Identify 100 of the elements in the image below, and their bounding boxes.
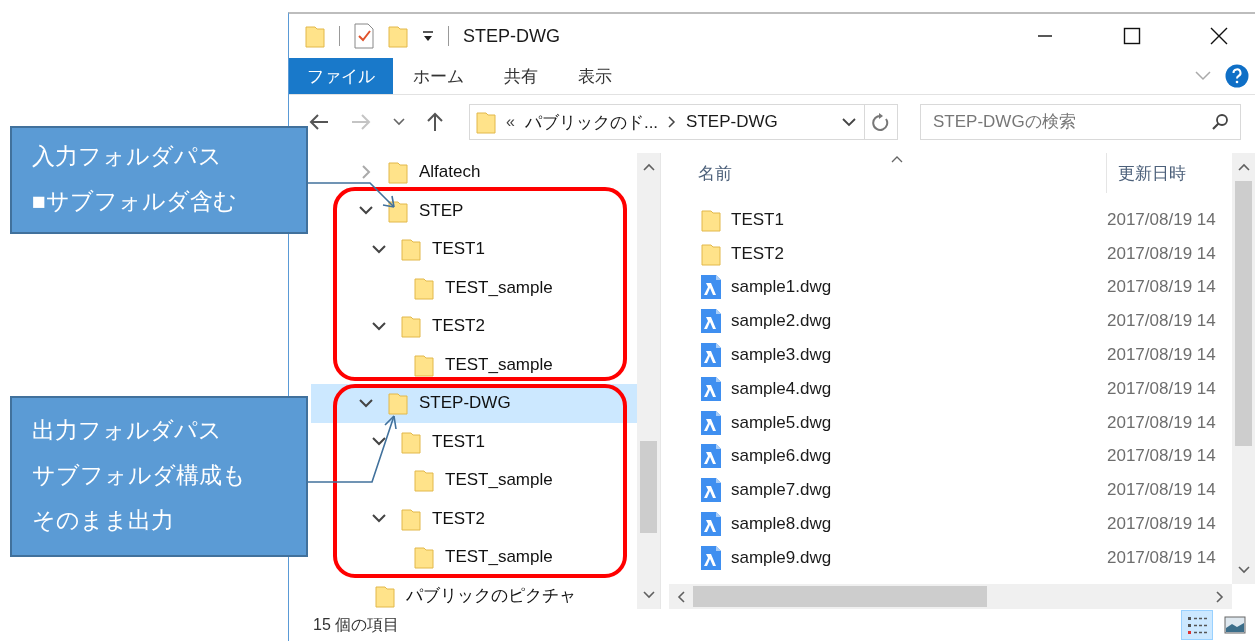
expand-chevron-icon[interactable] [372,437,386,447]
column-header[interactable]: 更新日時 [1106,153,1186,193]
item-count: 15 個の項目 [313,614,400,635]
tree-item[interactable]: TEST_sample [311,461,637,500]
maximize-icon [1122,27,1141,45]
modified-date: 2017/08/19 14 [1107,480,1216,501]
refresh-icon [872,112,890,132]
drawing-file-icon [701,478,721,503]
file-name[interactable]: sample3.dwg [731,345,1107,366]
folder-icon [414,275,434,300]
scroll-up-icon[interactable] [1237,163,1250,171]
scroll-up-icon[interactable] [642,163,655,171]
callout-text: ■サブフォルダ含む [32,188,238,216]
minimize-icon [1036,35,1053,37]
scrollbar-thumb[interactable] [693,586,987,607]
file-name[interactable]: sample8.dwg [731,514,1107,535]
expand-chevron-icon[interactable] [372,244,386,254]
folder-icon [401,506,421,531]
breadcrumb-segment[interactable]: パブリックのド... [524,110,659,134]
overflow-chevron[interactable]: « [506,113,515,131]
file-name[interactable]: sample5.dwg [731,412,1107,433]
expand-chevron-icon[interactable] [359,206,373,216]
tree-item[interactable]: STEP [311,191,637,230]
callout-text: そのまま出力 [32,506,175,535]
tree-item[interactable]: TEST1 [311,230,637,269]
customize-dropdown-icon[interactable] [422,30,434,42]
back-arrow-icon[interactable] [309,114,329,130]
expand-chevron-icon[interactable] [359,398,373,408]
tree-item[interactable]: TEST_sample [311,268,637,307]
tree-item[interactable]: TEST1 [311,422,637,461]
folder-icon [414,352,434,377]
folder-icon [401,429,421,454]
drawing-file-icon [701,512,721,537]
folder-icon [388,391,408,416]
folder-icon [476,110,496,134]
scroll-left-icon[interactable] [677,590,685,603]
modified-date: 2017/08/19 14 [1107,378,1216,399]
scroll-down-icon[interactable] [642,591,655,599]
expand-chevron-icon[interactable] [372,514,386,524]
expand-chevron-icon[interactable] [372,321,386,331]
drawing-file-icon [701,376,721,401]
ribbon-tab[interactable]: ホーム [393,58,484,94]
recent-locations-icon[interactable] [393,118,405,126]
ribbon-tab[interactable]: 表示 [558,58,632,94]
folder-icon [375,583,395,608]
address-bar[interactable]: « パブリックのド... STEP-DWG [469,104,865,140]
scroll-down-icon[interactable] [1237,566,1250,574]
modified-date: 2017/08/19 14 [1107,446,1216,467]
close-icon [1209,27,1228,45]
search-field[interactable]: STEP-DWGの検索 [920,104,1241,140]
file-name[interactable]: sample1.dwg [731,277,1107,298]
file-name[interactable]: TEST2 [731,243,1107,264]
callout-text: 入力フォルダパス [32,143,223,172]
details-view-icon [1186,614,1208,636]
breadcrumb-separator-icon[interactable] [668,116,677,128]
file-name[interactable]: sample7.dwg [731,480,1107,501]
modified-date: 2017/08/19 14 [1107,345,1216,366]
tree-item[interactable]: TEST_sample [311,345,637,384]
tree-item[interactable]: TEST2 [311,307,637,346]
folder-icon [701,207,721,232]
breadcrumb-segment[interactable]: STEP-DWG [686,112,778,132]
file-name[interactable]: sample9.dwg [731,547,1107,568]
refresh-button[interactable] [864,104,898,140]
drawing-file-icon [701,545,721,570]
thumbnail-view-icon [1224,616,1246,634]
drawing-file-icon [701,343,721,368]
file-name[interactable]: sample6.dwg [731,446,1107,467]
scrollbar-thumb[interactable] [640,441,657,533]
drawing-file-icon [701,410,721,435]
properties-icon[interactable] [354,23,374,49]
scrollbar[interactable] [1232,153,1255,584]
up-arrow-icon[interactable] [427,112,443,132]
search-icon [1211,113,1229,131]
sort-caret-icon [891,156,903,163]
modified-date: 2017/08/19 14 [1107,547,1216,568]
tree-item[interactable]: パブリックのピクチャ [311,576,637,609]
modified-date: 2017/08/19 14 [1107,311,1216,332]
tree-item[interactable]: TEST2 [311,499,637,538]
dropdown-chevron-icon[interactable] [842,117,856,127]
column-header[interactable]: 名前 [698,161,1106,185]
help-icon[interactable] [1225,64,1249,88]
scrollbar[interactable] [637,153,660,609]
folder-icon [701,241,721,266]
ribbon-tab[interactable]: ファイル [289,58,393,94]
scroll-right-icon[interactable] [1216,590,1224,603]
window-title: STEP-DWG [463,25,560,47]
ribbon-tab[interactable]: 共有 [484,58,558,94]
tree-item[interactable]: TEST_sample [311,538,637,577]
file-name[interactable]: TEST1 [731,209,1107,230]
modified-date: 2017/08/19 14 [1107,243,1216,264]
file-name[interactable]: sample4.dwg [731,378,1107,399]
scrollbar[interactable] [669,584,1232,609]
details-view-button[interactable] [1181,610,1213,640]
tree-item[interactable]: Alfatech [311,153,637,192]
callout-text: サブフォルダ構成も [32,462,247,491]
modified-date: 2017/08/19 14 [1107,209,1216,230]
scrollbar-thumb[interactable] [1235,181,1252,446]
folder-icon [414,468,434,493]
file-name[interactable]: sample2.dwg [731,311,1107,332]
folder-icon [388,198,408,223]
